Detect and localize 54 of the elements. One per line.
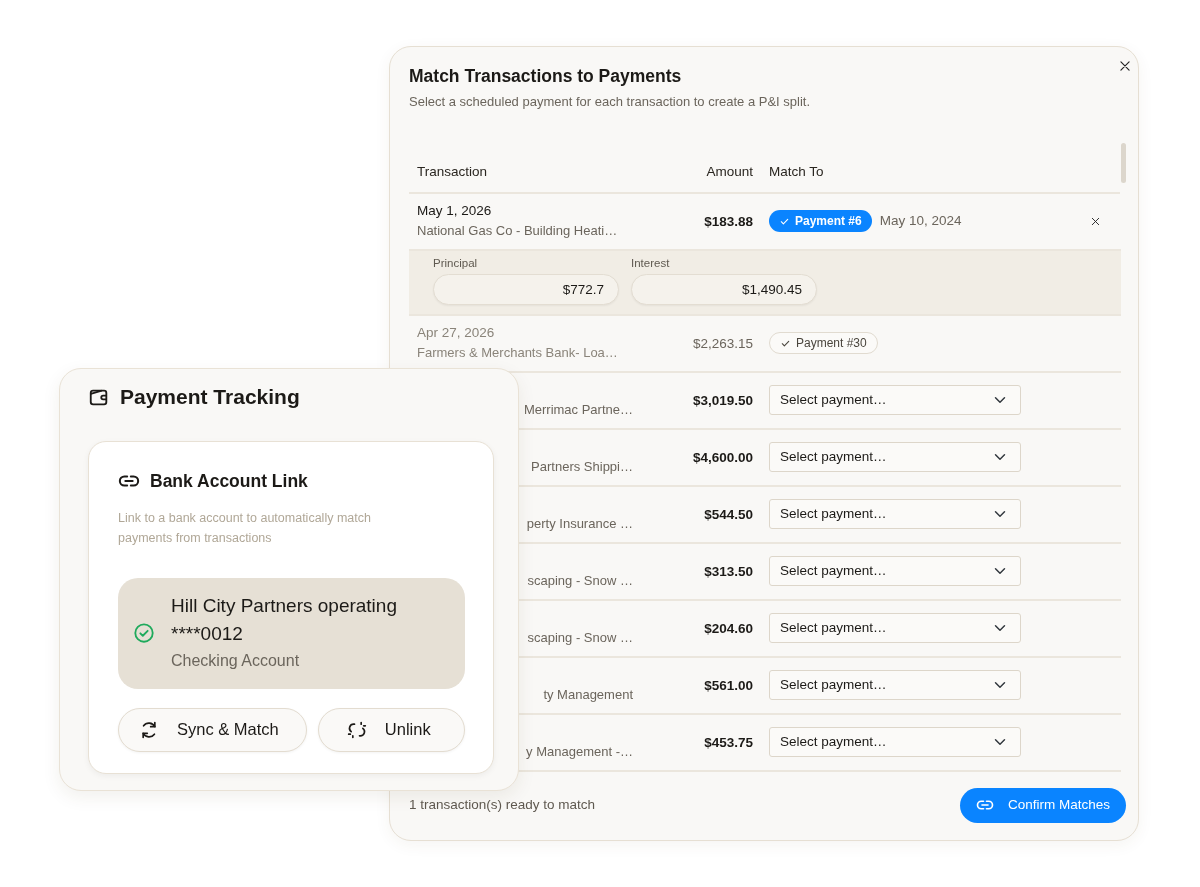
unlink-button[interactable]: Unlink [317, 707, 465, 752]
card-title: Payment Tracking [120, 384, 300, 410]
transaction-amount: $313.50 [704, 564, 753, 579]
scrollbar-thumb[interactable] [1121, 143, 1126, 183]
payment-select[interactable]: Select payment… [769, 727, 1021, 757]
amount-field[interactable]: $772.7 [433, 273, 619, 305]
transaction-description: scaping - Snow … [527, 572, 634, 590]
section-title: Bank Account Link [150, 469, 308, 493]
payment-select[interactable]: Select payment… [769, 670, 1021, 700]
column-header: Match To [769, 163, 824, 182]
transaction-description: perty Insurance … [526, 515, 634, 533]
field-label: Principal [433, 255, 479, 271]
transaction-description: Farmers & Merchants Bank- Loa… [417, 344, 619, 362]
payment-select[interactable]: Select payment… [769, 613, 1021, 643]
transaction-amount: $453.75 [704, 735, 753, 750]
transaction-amount: $183.88 [704, 214, 753, 229]
dialog-title: Match Transactions to Payments [409, 65, 683, 87]
transaction-description: y Management -… [526, 743, 634, 761]
transaction-amount: $3,019.50 [692, 393, 753, 408]
payment-select[interactable]: Select payment… [769, 385, 1021, 415]
transaction-amount: $544.50 [704, 507, 753, 522]
payment-badge[interactable]: Payment #6 [769, 210, 872, 232]
transaction-description: Partners Shippi… [531, 458, 634, 476]
account-number: ****0012 [171, 622, 244, 647]
status-text: 1 transaction(s) ready to match [409, 795, 596, 814]
amount-field[interactable]: $1,490.45 [631, 273, 817, 305]
remove-icon[interactable] [1090, 215, 1101, 227]
confirm-matches-button[interactable]: Confirm Matches [959, 787, 1126, 823]
account-name: Hill City Partners operating [171, 594, 397, 619]
transaction-description: ty Management [543, 686, 634, 704]
transaction-description: scaping - Snow … [527, 629, 634, 647]
payment-select[interactable]: Select payment… [769, 499, 1021, 529]
transaction-date: Apr 27, 2026 [417, 324, 496, 342]
transaction-date: May 1, 2026 [417, 202, 493, 220]
broken-link-icon [346, 719, 367, 740]
section-description: Link to a bank account to automatically match payments from transactions [118, 509, 372, 547]
account-type: Checking Account [171, 651, 301, 672]
column-header: Amount [706, 164, 753, 180]
column-header: Transaction [417, 164, 488, 180]
transaction-amount: $204.60 [704, 621, 753, 636]
close-icon[interactable] [1118, 59, 1132, 73]
sync-match-button[interactable]: Sync & Match [118, 707, 307, 752]
payment-badge[interactable]: Payment #30 [769, 332, 878, 354]
dialog-subtitle: Select a scheduled payment for each transaction to create a P&I split. [409, 93, 812, 111]
payment-select[interactable]: Select payment… [769, 556, 1021, 586]
transaction-description: Merrimac Partne… [523, 401, 634, 419]
transaction-description: National Gas Co - Building Heati… [417, 222, 619, 240]
sync-icon [139, 719, 159, 740]
transaction-amount: $2,263.15 [692, 336, 753, 351]
field-label: Interest [631, 255, 671, 271]
transaction-amount: $561.00 [704, 678, 753, 693]
payment-select[interactable]: Select payment… [769, 442, 1021, 472]
payment-date: May 10, 2024 [879, 211, 962, 230]
transaction-amount: $4,600.00 [692, 450, 753, 465]
